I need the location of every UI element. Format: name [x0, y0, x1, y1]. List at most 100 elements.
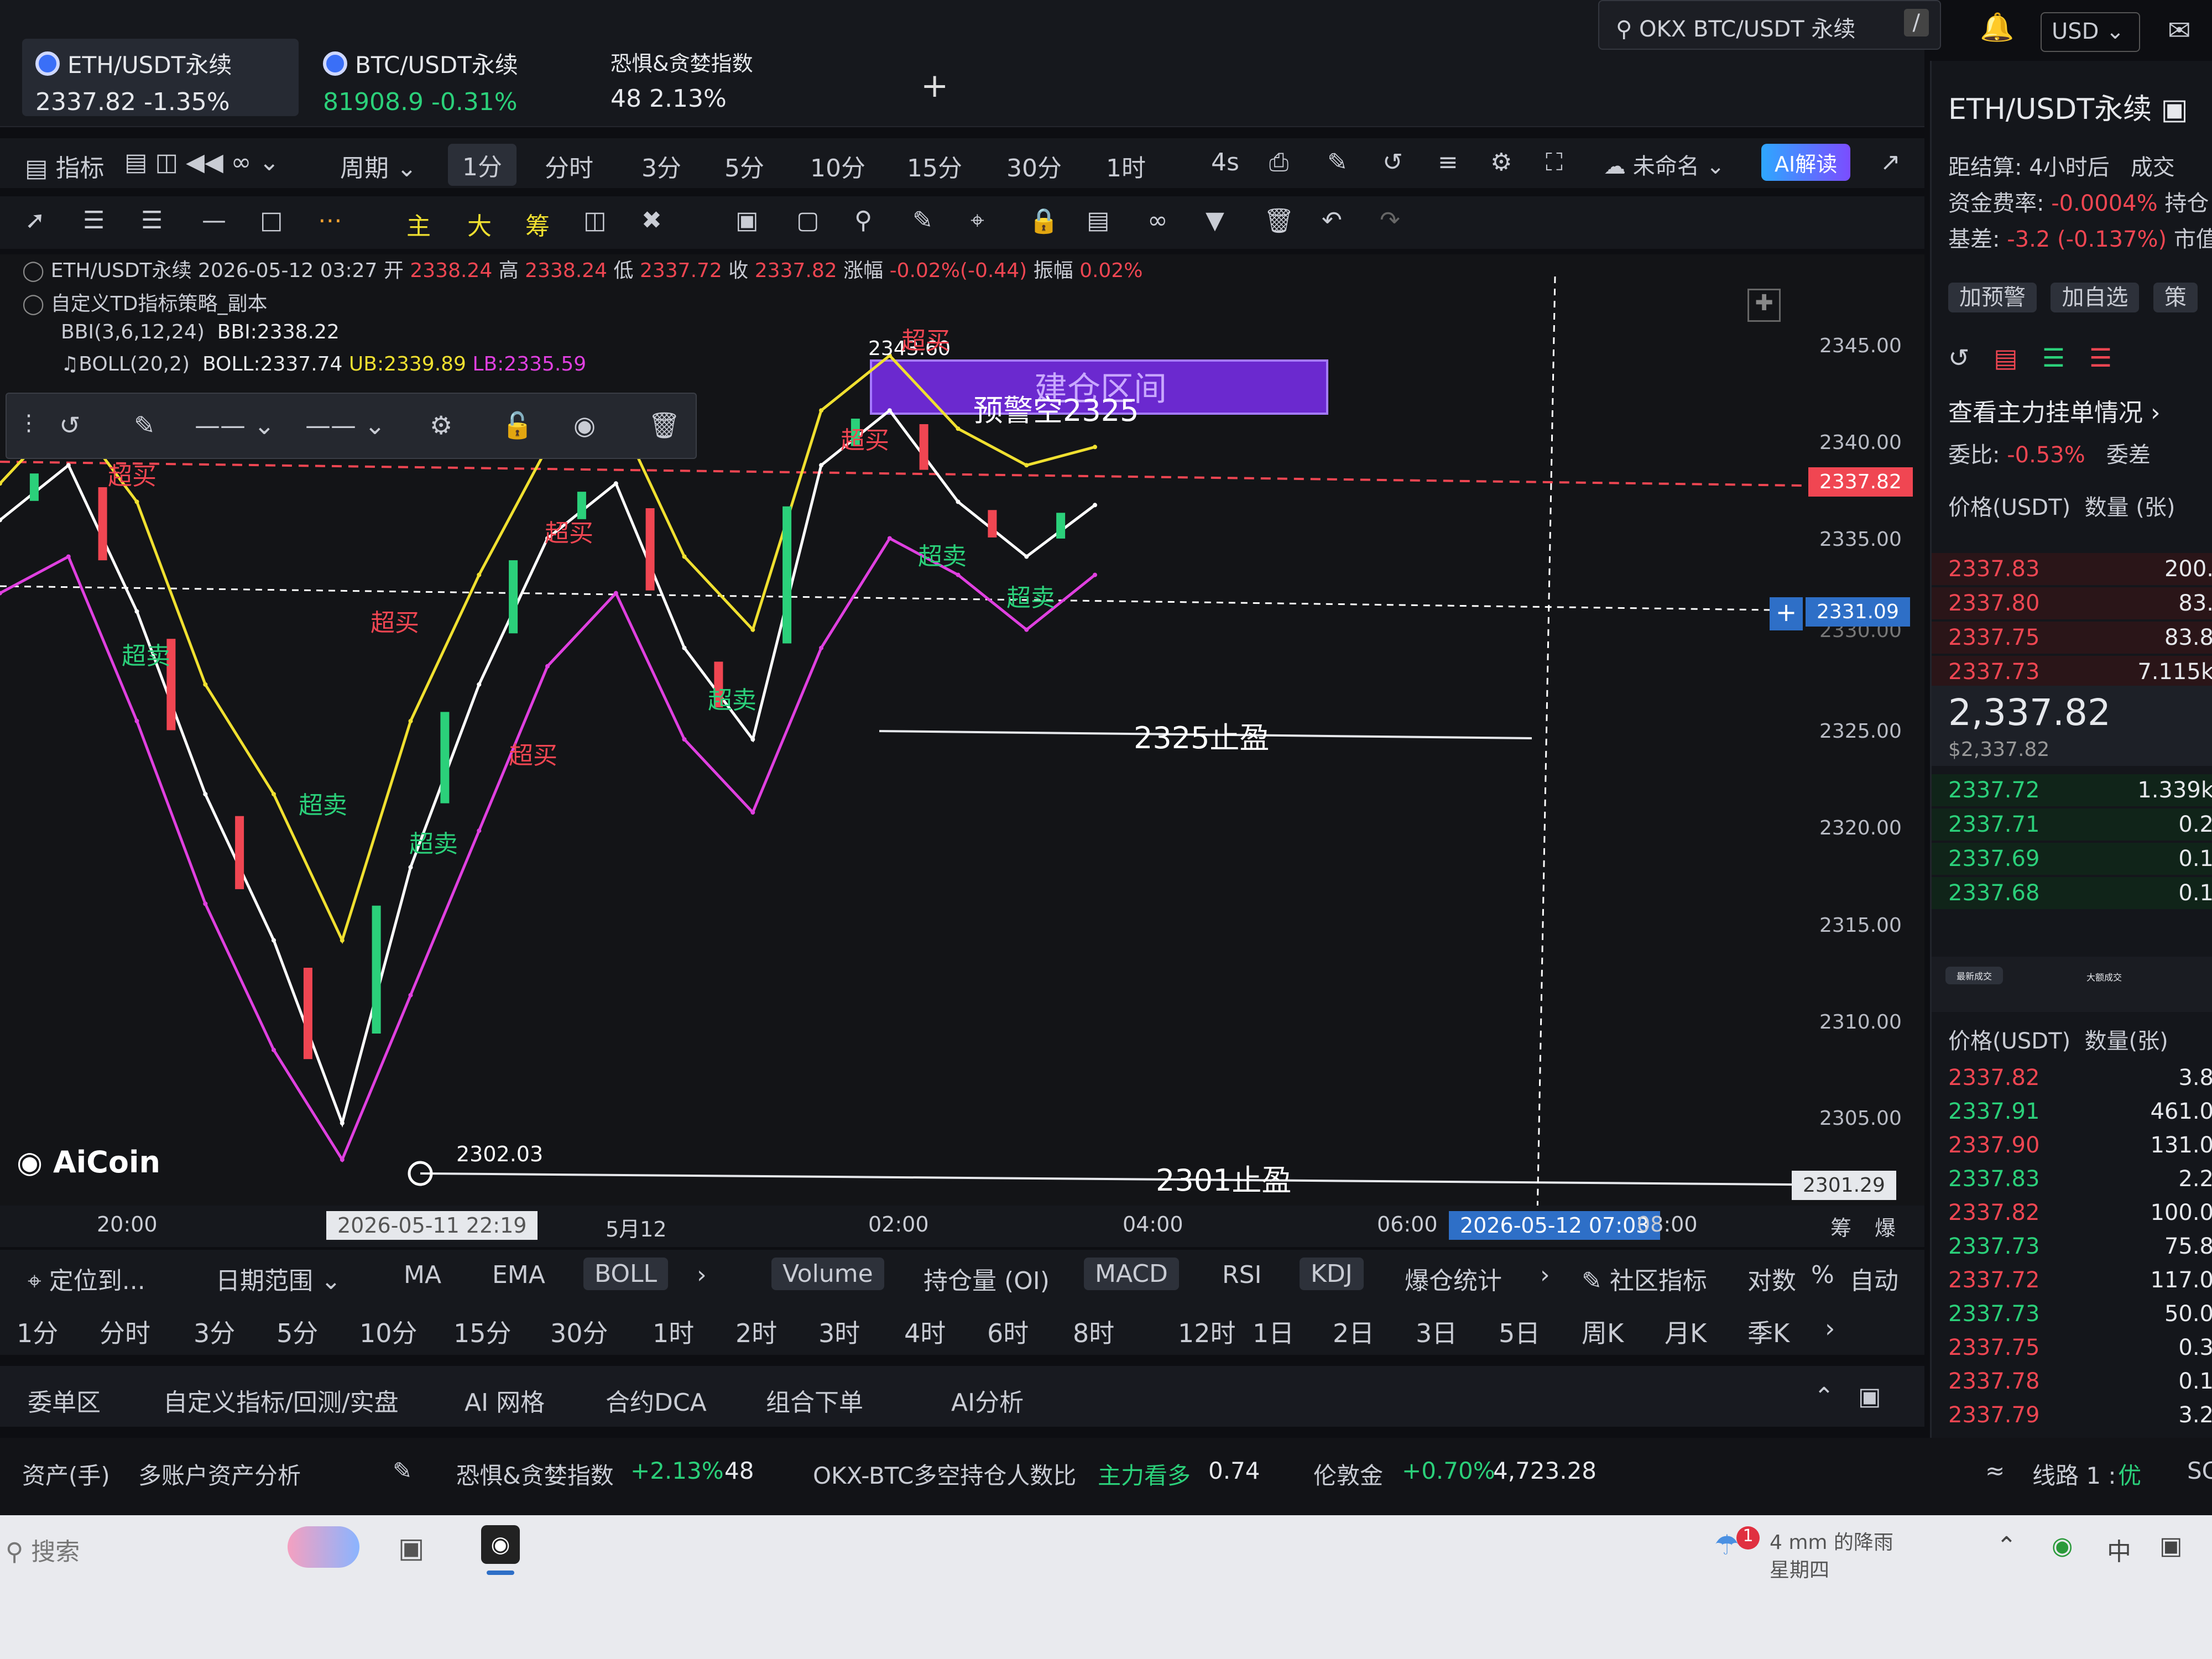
filter-icon[interactable]: ▼ [1206, 206, 1224, 234]
share-icon[interactable]: ↗ [1880, 148, 1901, 176]
period-1[interactable]: 分时 [100, 1313, 150, 1350]
bid-row[interactable]: 2337.68 0.1 [1932, 877, 2212, 909]
ob-mode-icon[interactable]: ↺ [1948, 343, 1970, 373]
list-icon[interactable]: ≡ [1438, 148, 1458, 176]
lock-icon[interactable]: 🔒 [1029, 206, 1059, 235]
interval-10m[interactable]: 10分 [810, 148, 865, 184]
panel-tab-custom[interactable]: 自定义指标/回测/实盘 [163, 1383, 399, 1418]
add-alert-button[interactable]: 加预警 [1948, 283, 2037, 312]
period-more-icon[interactable]: › [1825, 1313, 1835, 1343]
bid-row[interactable]: 2337.72 1.339k [1932, 774, 2212, 806]
tray-expand-icon[interactable]: ⌃ [1996, 1532, 2017, 1560]
widgets-icon[interactable] [288, 1526, 359, 1568]
aicoin-app-icon[interactable]: ◉ [481, 1525, 520, 1564]
trade-row[interactable]: 2337.79 3.2 [1932, 1399, 2212, 1431]
color-icon[interactable]: ✎ [134, 410, 155, 440]
chip-label[interactable]: 筹 [525, 206, 550, 242]
interval-1h[interactable]: 1时 [1106, 148, 1146, 184]
assets-link[interactable]: 资产(手) [22, 1457, 110, 1491]
ruler-icon[interactable]: ▢ [796, 206, 820, 234]
chip-toggle[interactable]: 筹 [1830, 1211, 1851, 1241]
collapse-icon[interactable]: ⌃ [1814, 1383, 1834, 1411]
ob-bids-icon[interactable]: ☰ [2042, 343, 2065, 373]
layout-name-select[interactable]: ☁ 未命名 ⌄ [1604, 148, 1725, 180]
redo-icon[interactable]: ↷ [1380, 206, 1400, 234]
ma-indicator[interactable]: MA [404, 1261, 441, 1289]
undo-icon[interactable]: ↶ [1322, 206, 1342, 234]
display-icon[interactable]: ▣ [2159, 1532, 2183, 1560]
line-style-select[interactable]: —— ⌄ [195, 410, 275, 440]
tab-fear-greed[interactable]: 恐惧&贪婪指数 48 2.13% [597, 39, 841, 116]
trash-icon[interactable]: 🗑 [1264, 206, 1295, 235]
panel-tab-combo[interactable]: 组合下单 [766, 1383, 863, 1418]
drag-handle-icon[interactable]: ⋮ [18, 410, 40, 436]
ema-indicator[interactable]: EMA [492, 1261, 545, 1289]
period-11[interactable]: 6时 [987, 1313, 1029, 1350]
period-9[interactable]: 3时 [818, 1313, 860, 1350]
liquidation-indicator[interactable]: 爆仓统计 [1405, 1261, 1502, 1296]
trade-row[interactable]: 2337.75 0.3 [1932, 1332, 2212, 1363]
more-tools-icon[interactable]: ⋯ [318, 206, 342, 234]
trade-row[interactable]: 2337.73 50.0 [1932, 1298, 2212, 1329]
period-7[interactable]: 1时 [653, 1313, 694, 1350]
boll-indicator[interactable]: BOLL [583, 1258, 669, 1290]
add-tab-button[interactable]: + [921, 66, 948, 105]
tab-btc[interactable]: BTC/USDT永续 81908.9 -0.31% [310, 39, 553, 116]
sub-more-icon[interactable]: › [1540, 1261, 1550, 1289]
popout-icon[interactable]: ▣ [1858, 1383, 1881, 1411]
period-18[interactable]: 周K [1582, 1313, 1624, 1350]
note-icon[interactable]: ▤ [1087, 206, 1110, 234]
weather-icon[interactable]: ☂ [1714, 1529, 1739, 1561]
period-8[interactable]: 2时 [735, 1313, 777, 1350]
main-force-link[interactable]: 查看主力挂单情况 › [1948, 393, 2161, 428]
panel-tab-ai[interactable]: AI分析 [951, 1383, 1024, 1418]
crop-icon[interactable]: ▣ [735, 206, 759, 234]
ob-both-icon[interactable]: ▤ [1994, 343, 2017, 373]
ime-indicator[interactable]: 中 [2107, 1532, 2131, 1567]
mail-icon[interactable]: ✉ [2168, 14, 2191, 46]
chart-fullscreen-icon[interactable]: ✚ [1747, 289, 1781, 322]
percent-toggle[interactable]: % [1811, 1261, 1834, 1289]
ray-tool-icon[interactable]: — [202, 206, 226, 234]
trade-row[interactable]: 2337.78 0.1 [1932, 1365, 2212, 1397]
period-10[interactable]: 4时 [904, 1313, 946, 1350]
link-icon[interactable]: ∞ [1147, 206, 1168, 234]
volume-indicator[interactable]: Volume [771, 1258, 884, 1290]
price-chart[interactable]: ◯ ETH/USDT永续 2026-05-12 03:27 开 2338.24 … [0, 254, 1924, 1217]
trade-row[interactable]: 2337.90 131.0 [1932, 1129, 2212, 1161]
auto-toggle[interactable]: 自动 [1850, 1261, 1898, 1296]
period-17[interactable]: 5日 [1499, 1313, 1540, 1350]
main-label[interactable]: 主 [406, 206, 431, 242]
panel-tab-dca[interactable]: 合约DCA [606, 1383, 707, 1418]
ask-row[interactable]: 2337.80 83. [1932, 587, 2212, 619]
period-19[interactable]: 月K [1665, 1313, 1707, 1350]
panel-tab-orders[interactable]: 委单区 [28, 1383, 101, 1418]
interval-30m[interactable]: 30分 [1006, 148, 1062, 184]
period-3[interactable]: 5分 [276, 1313, 318, 1350]
interval-15m[interactable]: 15分 [907, 148, 962, 184]
trade-row[interactable]: 2337.73 75.8 [1932, 1230, 2212, 1262]
strategy-eye-icon[interactable]: ◯ [22, 293, 44, 315]
template-icon[interactable]: ↺ [59, 410, 81, 440]
trade-row[interactable]: 2337.72 117.0 [1932, 1264, 2212, 1296]
interval-3m[interactable]: 3分 [641, 148, 681, 184]
settings-small-icon[interactable]: ⚙ [430, 410, 452, 440]
bid-row[interactable]: 2337.71 0.2 [1932, 808, 2212, 841]
x-axis[interactable]: 20:00 2026-05-11 22:19 5月12 02:00 04:00 … [0, 1206, 1924, 1247]
task-view-icon[interactable]: ▣ [398, 1532, 424, 1564]
search-icon[interactable]: ⚲ 搜索 [6, 1532, 80, 1567]
period-14[interactable]: 1日 [1253, 1313, 1294, 1350]
period-4[interactable]: 10分 [359, 1313, 418, 1350]
unlock-icon[interactable]: 🔓 [502, 410, 533, 441]
layout-icon[interactable]: ▤ ◫ ◀◀ ∞ ⌄ [124, 148, 279, 176]
hline-tool-icon[interactable]: ☰ [83, 206, 105, 234]
ai-interpret-button[interactable]: AI解读 [1761, 144, 1851, 181]
period-6[interactable]: 30分 [550, 1313, 608, 1350]
multi-account-link[interactable]: 多账户资产分析 [138, 1457, 301, 1491]
trade-row[interactable]: 2337.82 3.8 [1932, 1062, 2212, 1093]
tab-eth[interactable]: ETH/USDT永续 2337.82 -1.35% [22, 39, 299, 116]
oi-indicator[interactable]: 持仓量 (OI) [924, 1261, 1050, 1296]
delete-icon[interactable]: 🗑 [648, 410, 680, 441]
interval-5m[interactable]: 5分 [724, 148, 764, 184]
period-20[interactable]: 季K [1747, 1313, 1790, 1350]
